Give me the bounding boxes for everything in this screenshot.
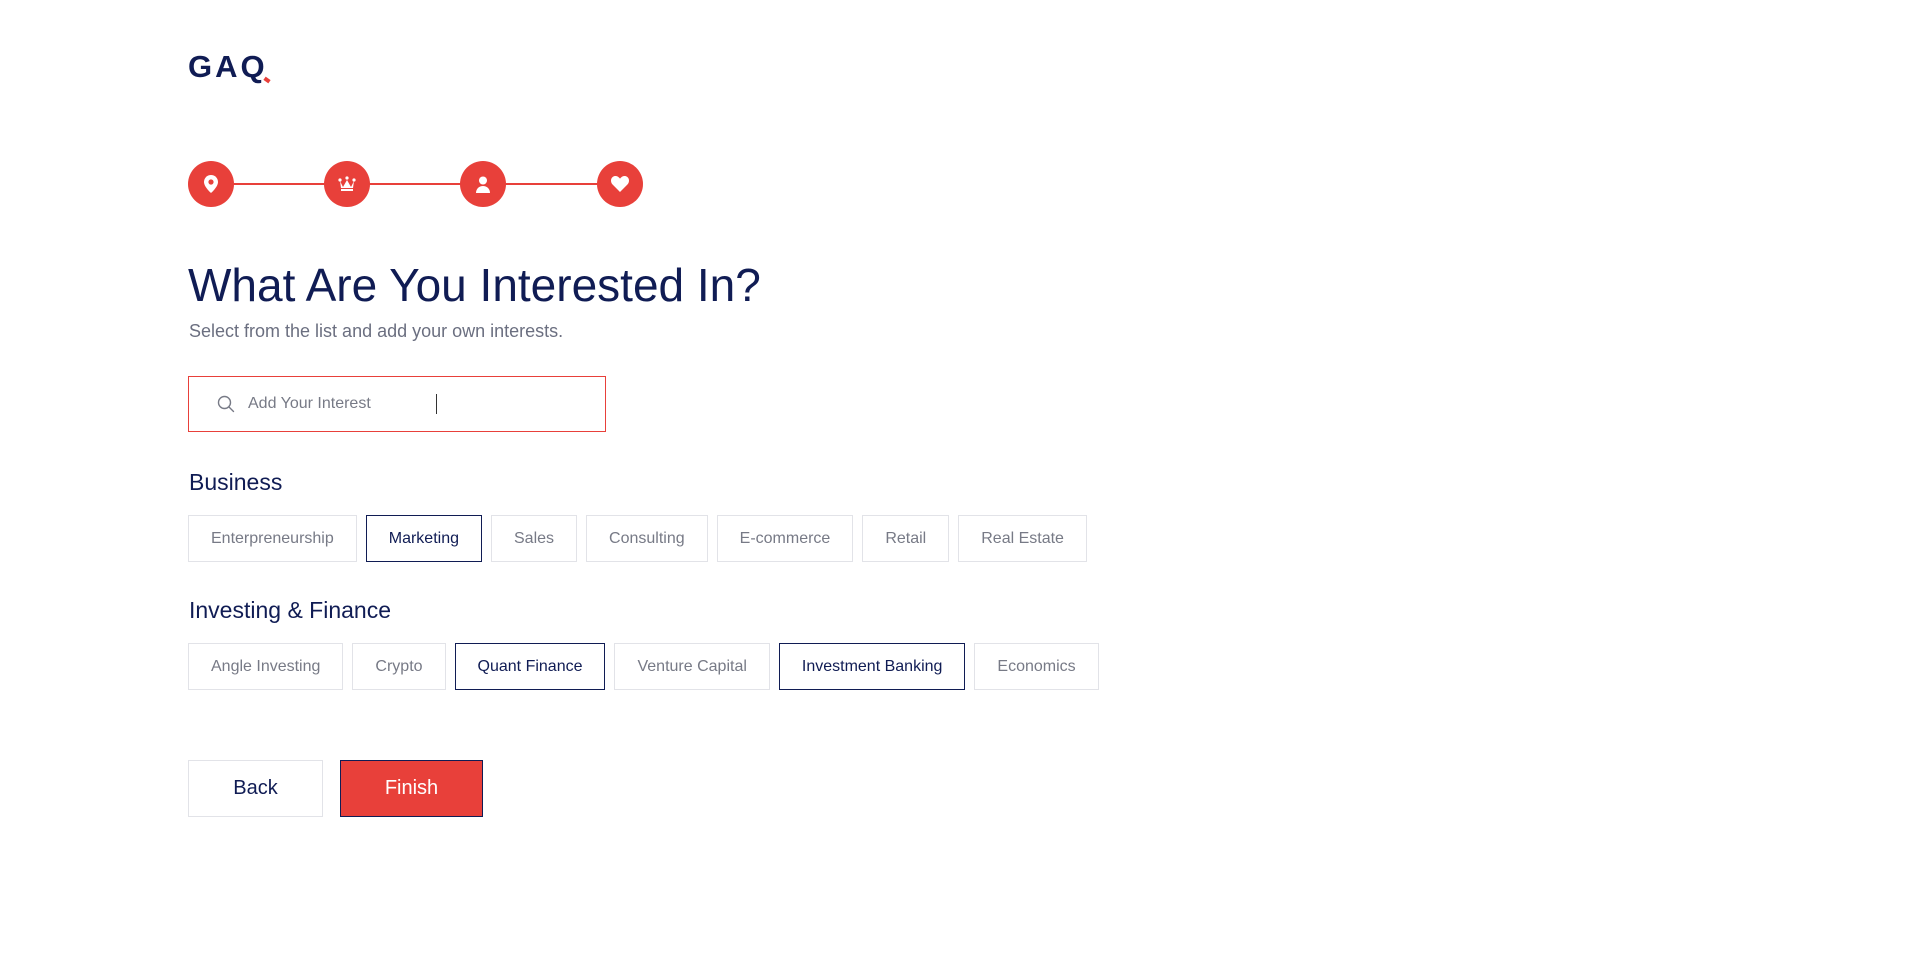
chip-e-commerce[interactable]: E-commerce: [716, 515, 854, 562]
step-interests[interactable]: [597, 161, 643, 207]
page-subtitle: Select from the list and add your own in…: [189, 321, 564, 341]
location-pin-icon: [204, 175, 218, 193]
chip-consulting[interactable]: Consulting: [586, 515, 708, 562]
chip-quant-finance[interactable]: Quant Finance: [454, 643, 606, 690]
section-title-investing-finance: Investing & Finance: [189, 597, 392, 623]
chip-enterpreneurship[interactable]: Enterpreneurship: [188, 515, 357, 562]
text-cursor: [436, 394, 437, 414]
logo[interactable]: GAQ: [188, 49, 271, 84]
chip-angle-investing[interactable]: Angle Investing: [188, 643, 344, 690]
step-plan[interactable]: [324, 161, 370, 207]
search-input[interactable]: [248, 389, 578, 419]
logo-text: GAQ: [188, 49, 268, 84]
user-icon: [476, 176, 490, 193]
page-title: What Are You Interested In?: [188, 259, 761, 311]
section-title-business: Business: [189, 469, 283, 495]
onboarding-interests-page: GAQ What Are You Interested In? Select f…: [0, 0, 1920, 959]
back-button[interactable]: Back: [188, 760, 323, 817]
search-icon: [216, 394, 236, 414]
chip-marketing[interactable]: Marketing: [365, 515, 482, 562]
progress-stepper: [188, 161, 643, 207]
search-field[interactable]: [188, 376, 606, 432]
step-location[interactable]: [188, 161, 234, 207]
crown-icon: [338, 176, 356, 192]
chip-group-business: Enterpreneurship Marketing Sales Consult…: [188, 515, 1087, 562]
chip-real-estate[interactable]: Real Estate: [958, 515, 1087, 562]
stepper-connector-line: [211, 183, 620, 185]
chip-crypto[interactable]: Crypto: [352, 643, 446, 690]
chip-retail[interactable]: Retail: [862, 515, 950, 562]
chip-venture-capital[interactable]: Venture Capital: [614, 643, 770, 690]
chip-sales[interactable]: Sales: [491, 515, 578, 562]
chip-investment-banking[interactable]: Investment Banking: [778, 643, 966, 690]
finish-button[interactable]: Finish: [340, 760, 483, 817]
chip-group-investing-finance: Angle Investing Crypto Quant Finance Ven…: [188, 643, 1099, 690]
step-profile[interactable]: [460, 161, 506, 207]
chip-economics[interactable]: Economics: [974, 643, 1099, 690]
heart-icon: [611, 176, 629, 192]
